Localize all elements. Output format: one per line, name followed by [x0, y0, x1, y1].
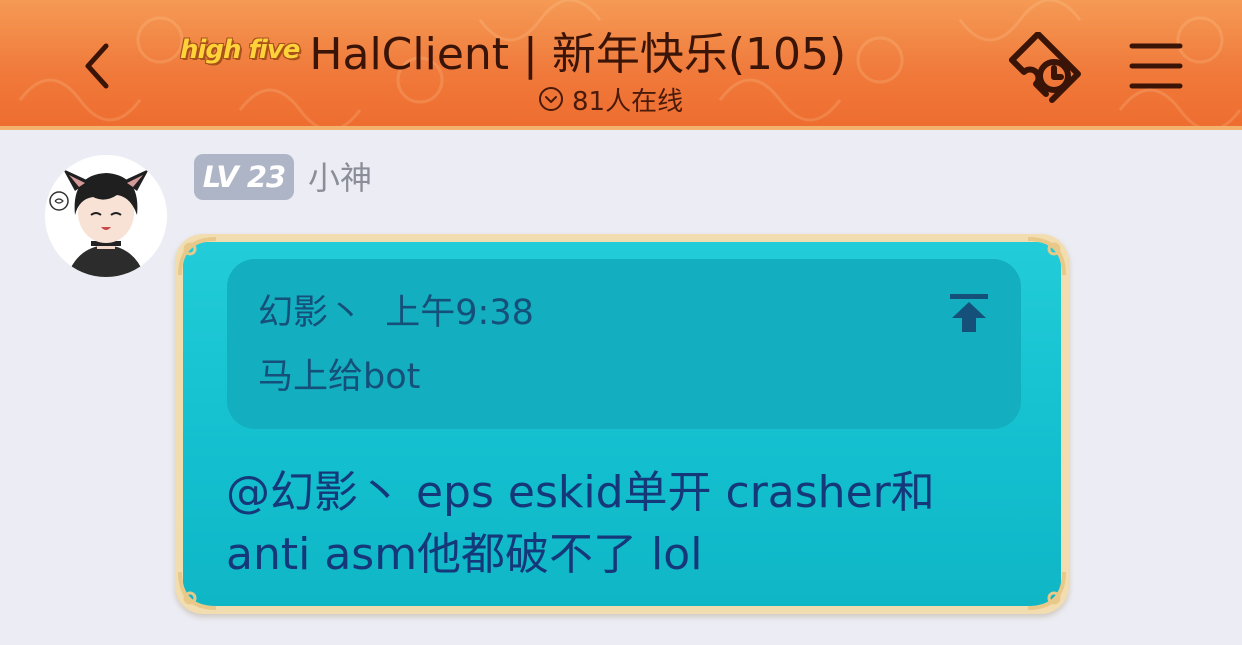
bubble-corner-ornament: [1027, 237, 1066, 276]
bubble-corner-ornament: [1027, 571, 1066, 610]
logo-text: high five: [180, 35, 300, 65]
chevron-down-circle-icon: [539, 87, 563, 111]
chevron-left-icon: [85, 43, 109, 89]
quote-author: 幻影丶: [258, 293, 364, 333]
jump-to-quote-button[interactable]: [946, 290, 992, 336]
chat-header: high five HalClient | 新年快乐(105) 81人在线: [0, 0, 1242, 130]
bubble-corner-ornament: [178, 237, 217, 276]
online-status[interactable]: 81人在线: [538, 82, 684, 117]
bubble-corner-ornament: [178, 571, 217, 610]
ticket-icon: [1009, 31, 1081, 103]
message-text: @幻影丶 eps eskid单开 crasher和 anti asm他都破不了 …: [226, 462, 1026, 586]
level-badge: LV 23: [194, 154, 294, 200]
sender-name[interactable]: 小神: [308, 156, 372, 200]
sender-avatar[interactable]: [45, 155, 167, 277]
group-logo: high five: [180, 28, 300, 72]
jump-to-top-icon: [950, 294, 988, 332]
message-line: @幻影丶 eps eskid单开 crasher和: [226, 467, 935, 518]
avatar-catgirl: [45, 155, 167, 277]
quote-header: 幻影丶 上午9:38: [258, 288, 534, 338]
back-button[interactable]: [72, 38, 122, 94]
chat-title: HalClient | 新年快乐(105): [309, 29, 847, 80]
menu-button[interactable]: [1128, 40, 1184, 92]
chat-title-area[interactable]: high five HalClient | 新年快乐(105): [180, 20, 940, 80]
hamburger-menu-icon: [1129, 43, 1183, 89]
quoted-message[interactable]: [227, 259, 1021, 429]
message-line: anti asm他都破不了 lol: [226, 529, 703, 580]
online-count: 81人在线: [572, 86, 684, 117]
header-bottom-line: [0, 126, 1242, 130]
quote-text: 马上给bot: [258, 357, 421, 397]
quote-time: 上午9:38: [385, 293, 534, 333]
ticket-button[interactable]: [1006, 31, 1088, 104]
